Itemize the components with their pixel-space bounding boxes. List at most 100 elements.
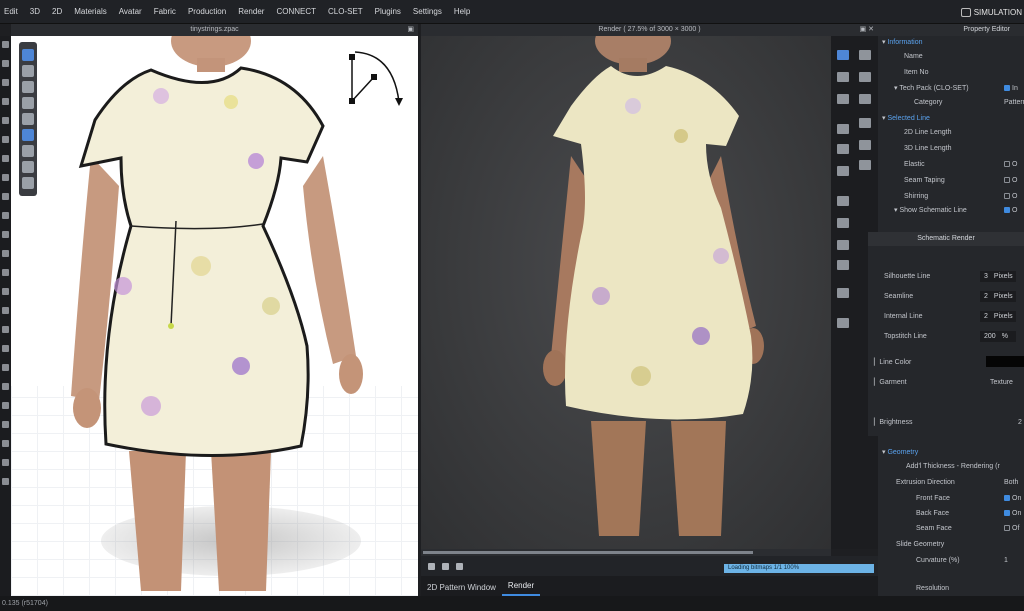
tool-icon[interactable] — [2, 402, 9, 409]
property-value[interactable]: O — [1004, 158, 1017, 172]
viewport-3d[interactable] — [11, 36, 418, 596]
select-tool-icon[interactable] — [22, 49, 34, 61]
checkbox[interactable] — [1004, 193, 1010, 200]
tool-icon[interactable] — [2, 212, 9, 219]
tool-icon[interactable] — [2, 193, 9, 200]
view-gizmo-icon[interactable] — [341, 46, 407, 112]
schematic-row[interactable]: Silhouette Line 3 Pixels — [868, 270, 1024, 284]
geometry-row[interactable]: Curvature (%) 1 — [878, 554, 1024, 568]
tool-icon[interactable] — [2, 136, 9, 143]
tool-icon[interactable] — [2, 269, 9, 276]
camera-icon[interactable] — [837, 94, 849, 104]
tool-icon[interactable] — [2, 383, 9, 390]
settings-icon[interactable] — [837, 218, 849, 228]
geometry-row[interactable]: Add'l Thickness - Rendering (r — [878, 460, 1024, 474]
menu-item-3d[interactable]: 3D — [30, 7, 48, 16]
property-row[interactable]: ▾ Tech Pack (CLO-SET) In — [878, 82, 1024, 96]
menu-item-fabric[interactable]: Fabric — [154, 7, 184, 16]
tool-icon[interactable] — [2, 117, 9, 124]
geometry-row[interactable]: Slide Geometry — [878, 538, 1024, 552]
property-row[interactable]: Elastic O — [878, 158, 1024, 172]
tool-icon[interactable] — [2, 250, 9, 257]
garment-row[interactable]: ▏Garment Texture — [868, 376, 1024, 390]
fabric-tool-icon[interactable] — [22, 65, 34, 77]
menu-item-avatar[interactable]: Avatar — [119, 7, 150, 16]
render-viewport[interactable] — [421, 36, 831, 549]
menu-item-production[interactable]: Production — [188, 7, 234, 16]
property-row[interactable]: Name — [878, 50, 1024, 64]
schematic-row[interactable]: Internal Line 2 Pixels — [868, 310, 1024, 324]
image-icon[interactable] — [837, 72, 849, 82]
menu-item-clo-set[interactable]: CLO-SET — [328, 7, 371, 16]
schematic-row[interactable]: Topstitch Line 200% — [868, 330, 1024, 344]
property-row[interactable]: 2D Line Length — [878, 126, 1024, 140]
avatar-tool-icon[interactable] — [22, 113, 34, 125]
tab-render[interactable]: Render — [501, 577, 541, 596]
settings-icon[interactable] — [837, 196, 849, 206]
settings-icon[interactable] — [837, 318, 849, 328]
sphere-tool-icon[interactable] — [22, 177, 34, 189]
mode-indicator[interactable]: SIMULATION — [960, 0, 1024, 24]
garment-tool-icon[interactable] — [22, 81, 34, 93]
property-row[interactable]: 3D Line Length — [878, 142, 1024, 156]
geometry-row[interactable]: Front Face On — [878, 492, 1024, 506]
property-value[interactable]: O — [1004, 174, 1017, 188]
geometry-value[interactable]: 1 — [1004, 554, 1008, 568]
geometry-section[interactable]: ▾ Geometry — [878, 446, 1024, 460]
tool-icon[interactable] — [2, 174, 9, 181]
move-icon[interactable] — [837, 288, 849, 298]
property-row[interactable]: Seam Taping O — [878, 174, 1024, 188]
brush-tool-icon[interactable] — [22, 145, 34, 157]
tool-icon[interactable] — [2, 326, 9, 333]
settings-icon[interactable] — [837, 260, 849, 270]
sphere-icon[interactable] — [859, 160, 871, 170]
window-icon[interactable]: ▣ — [407, 24, 414, 36]
geometry-value[interactable]: On — [1004, 507, 1021, 521]
tool-icon[interactable] — [2, 288, 9, 295]
property-value[interactable]: In — [1004, 82, 1018, 96]
checkbox[interactable] — [1004, 161, 1010, 168]
geometry-value[interactable]: Both — [1004, 476, 1018, 490]
shirt-tool-icon[interactable] — [22, 97, 34, 109]
layers-icon[interactable] — [837, 144, 849, 154]
tool-icon[interactable] — [2, 440, 9, 447]
render-icon[interactable] — [837, 50, 849, 60]
line-color-swatch[interactable] — [986, 356, 1024, 367]
property-row[interactable]: Shirring O — [878, 190, 1024, 204]
window-controls[interactable]: ▣ ✕ — [860, 24, 874, 36]
property-value[interactable]: Pattern — [1004, 96, 1024, 110]
checkbox[interactable] — [1004, 85, 1010, 92]
geometry-row[interactable]: Extrusion Direction Both — [878, 476, 1024, 490]
schematic-value-field[interactable]: 200% — [980, 331, 1016, 342]
checkbox[interactable] — [1004, 207, 1010, 214]
light-tool-icon[interactable] — [22, 161, 34, 173]
fit-icon[interactable] — [442, 562, 449, 570]
line-color-row[interactable]: ▏Line Color — [868, 356, 1024, 370]
camera-icon[interactable] — [428, 562, 435, 570]
tab-2d-pattern-window[interactable]: 2D Pattern Window — [421, 579, 502, 596]
schematic-value-field[interactable]: 2 Pixels — [980, 291, 1016, 302]
menu-item-plugins[interactable]: Plugins — [375, 7, 409, 16]
tool-icon[interactable] — [2, 478, 9, 485]
menu-item-2d[interactable]: 2D — [52, 7, 70, 16]
cylinder-icon[interactable] — [859, 140, 871, 150]
tool-icon[interactable] — [2, 459, 9, 466]
menu-item-materials[interactable]: Materials — [74, 7, 114, 16]
tool-icon[interactable] — [2, 231, 9, 238]
image-icon[interactable] — [837, 124, 849, 134]
tool-icon[interactable] — [2, 345, 9, 352]
tool-icon[interactable] — [2, 155, 9, 162]
brush-icon[interactable] — [859, 94, 871, 104]
grid-icon[interactable] — [456, 562, 463, 570]
settings-icon[interactable] — [837, 240, 849, 250]
pen-tool-icon[interactable] — [22, 129, 34, 141]
menu-item-edit[interactable]: Edit — [4, 7, 26, 16]
schematic-value-field[interactable]: 2 Pixels — [980, 311, 1016, 322]
checkbox[interactable] — [1004, 510, 1010, 517]
text-icon[interactable] — [859, 50, 871, 60]
checkbox[interactable] — [1004, 525, 1010, 532]
brightness-value[interactable]: 2 — [1018, 416, 1022, 430]
property-value[interactable]: O — [1004, 190, 1017, 204]
geometry-row[interactable]: Back Face On — [878, 507, 1024, 521]
render-scrollbar[interactable] — [421, 549, 831, 556]
